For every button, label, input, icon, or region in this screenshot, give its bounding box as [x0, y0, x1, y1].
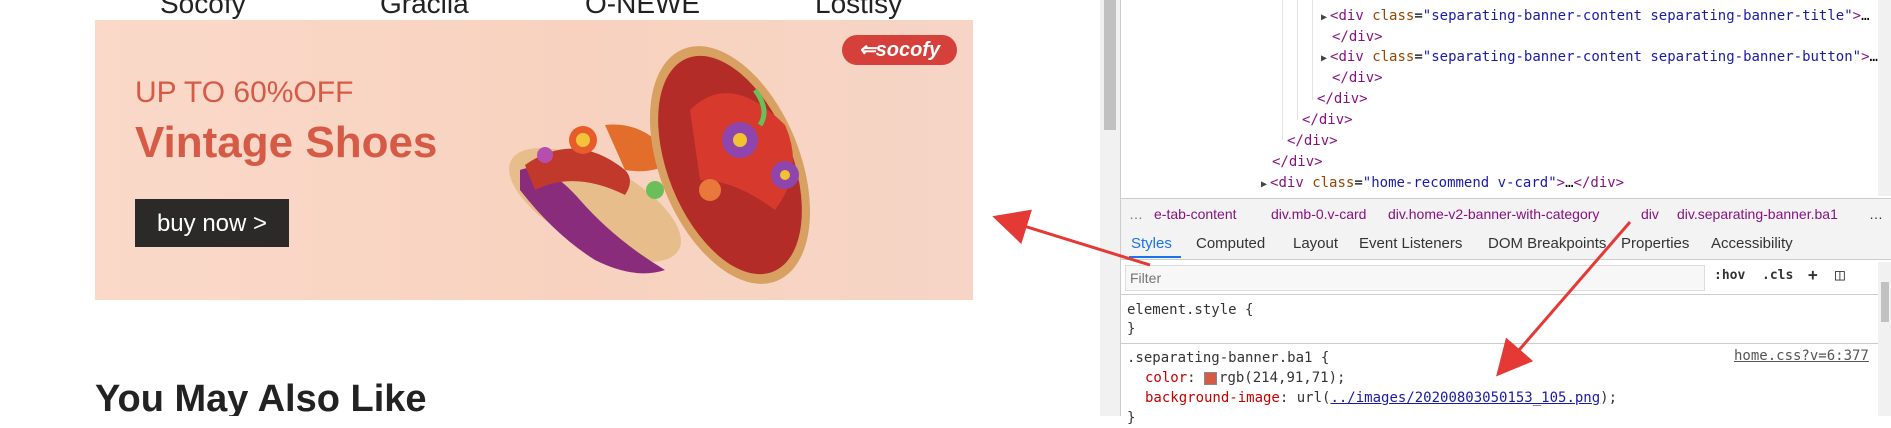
- breadcrumb-separating-banner[interactable]: div.separating-banner.ba1: [1677, 199, 1838, 229]
- expand-triangle-icon[interactable]: ▶: [1321, 12, 1327, 23]
- element-style-selector[interactable]: element.style {: [1127, 300, 1253, 320]
- tab-computed[interactable]: Computed: [1196, 235, 1265, 252]
- indent-guide: [1282, 0, 1283, 140]
- element-node-close: </div>: [1317, 91, 1368, 107]
- page-scrollbar[interactable]: [1100, 0, 1120, 416]
- rule-source-link[interactable]: home.css?v=6:377: [1734, 348, 1869, 364]
- toggle-sidebar-icon[interactable]: ◫: [1835, 265, 1845, 284]
- element-node-close: </div>: [1287, 133, 1338, 149]
- brand-gracila[interactable]: Gracila: [380, 0, 469, 20]
- breadcrumb-mb-card[interactable]: div.mb-0.v-card: [1271, 199, 1366, 229]
- tab-dom-breakpoints[interactable]: DOM Breakpoints: [1488, 235, 1606, 252]
- element-node-close: </div>: [1332, 70, 1383, 86]
- element-node-title[interactable]: ▶ <div class="separating-banner-content s…: [1321, 6, 1870, 26]
- active-tab-indicator: [1129, 256, 1181, 258]
- expand-triangle-icon[interactable]: ▶: [1261, 179, 1267, 190]
- page-scrollbar-thumb[interactable]: [1104, 0, 1116, 130]
- styles-pane: element.style { } .separating-banner.ba1…: [1121, 296, 1878, 426]
- brand-socofy[interactable]: Socofy: [160, 0, 246, 20]
- logo-arrow-icon: ⇐: [858, 39, 876, 61]
- element-node-home-recommend[interactable]: ▶ <div class="home-recommend v-card">…</d…: [1261, 173, 1624, 193]
- tab-styles[interactable]: Styles: [1131, 235, 1172, 252]
- breadcrumb-more-right[interactable]: …: [1869, 199, 1883, 229]
- element-node-close: </div>: [1332, 29, 1383, 45]
- tab-properties[interactable]: Properties: [1621, 235, 1689, 252]
- devtools-panel: ▶ <div class="separating-banner-content s…: [1120, 0, 1891, 426]
- rule-close: }: [1127, 410, 1136, 426]
- breadcrumb-tab-content[interactable]: e-tab-content: [1154, 199, 1237, 229]
- socofy-logo: ⇐socofy: [842, 35, 957, 65]
- element-node-close: </div>: [1302, 112, 1353, 128]
- separating-banner[interactable]: UP TO 60%OFF Vintage Shoes buy now > ⇐so…: [95, 20, 973, 300]
- styles-filter-input[interactable]: [1125, 265, 1705, 291]
- banner-headline: Vintage Shoes: [135, 118, 438, 167]
- brand-row: Socofy Gracila O-NEWE Lostisy: [95, 0, 975, 20]
- buy-now-button[interactable]: buy now >: [135, 199, 289, 247]
- shoes-image: [509, 46, 811, 284]
- add-rule-button[interactable]: +: [1808, 265, 1818, 284]
- expand-triangle-icon[interactable]: ▶: [1321, 53, 1327, 64]
- styles-scrollbar[interactable]: [1878, 262, 1891, 416]
- color-declaration[interactable]: color: rgb(214,91,71);: [1145, 368, 1345, 388]
- breadcrumb-more[interactable]: …: [1129, 199, 1143, 229]
- web-page: Socofy Gracila O-NEWE Lostisy UP TO 60%O…: [0, 0, 1100, 416]
- element-node-button[interactable]: ▶ <div class="separating-banner-content s…: [1321, 47, 1878, 67]
- brand-o-newe[interactable]: O-NEWE: [585, 0, 700, 20]
- hov-toggle-button[interactable]: :hov: [1714, 268, 1745, 283]
- styles-tabbar: Styles Computed Layout Event Listeners D…: [1121, 229, 1891, 260]
- tab-event-listeners[interactable]: Event Listeners: [1359, 235, 1462, 252]
- breadcrumb-div[interactable]: div: [1641, 199, 1659, 229]
- rule-divider: [1121, 343, 1878, 344]
- element-style-close: }: [1127, 321, 1136, 337]
- banner-promo-text: UP TO 60%OFF: [135, 76, 354, 109]
- tab-layout[interactable]: Layout: [1293, 235, 1338, 252]
- cls-toggle-button[interactable]: .cls: [1762, 268, 1793, 283]
- background-image-declaration[interactable]: background-image: url(../images/20200803…: [1145, 388, 1617, 408]
- breadcrumb: … e-tab-content div.mb-0.v-card div.home…: [1121, 198, 1891, 230]
- rule-selector[interactable]: .separating-banner.ba1 {: [1127, 348, 1329, 368]
- tab-accessibility[interactable]: Accessibility: [1711, 235, 1793, 252]
- indent-guide: [1312, 0, 1313, 100]
- filter-bar: :hov .cls + ◫: [1121, 262, 1891, 295]
- indent-guide: [1297, 0, 1298, 120]
- color-swatch-icon[interactable]: [1204, 371, 1218, 385]
- background-image-link[interactable]: ../images/20200803050153_105.png: [1330, 390, 1600, 406]
- brand-lostisy[interactable]: Lostisy: [815, 0, 902, 20]
- element-node-close: </div>: [1272, 154, 1323, 170]
- breadcrumb-banner-with-category[interactable]: div.home-v2-banner-with-category: [1388, 199, 1599, 229]
- elements-scrollbar[interactable]: [1878, 0, 1891, 196]
- elements-tree: ▶ <div class="separating-banner-content s…: [1121, 0, 1878, 196]
- section-title: You May Also Like: [95, 378, 427, 416]
- styles-scrollbar-thumb[interactable]: [1881, 282, 1889, 322]
